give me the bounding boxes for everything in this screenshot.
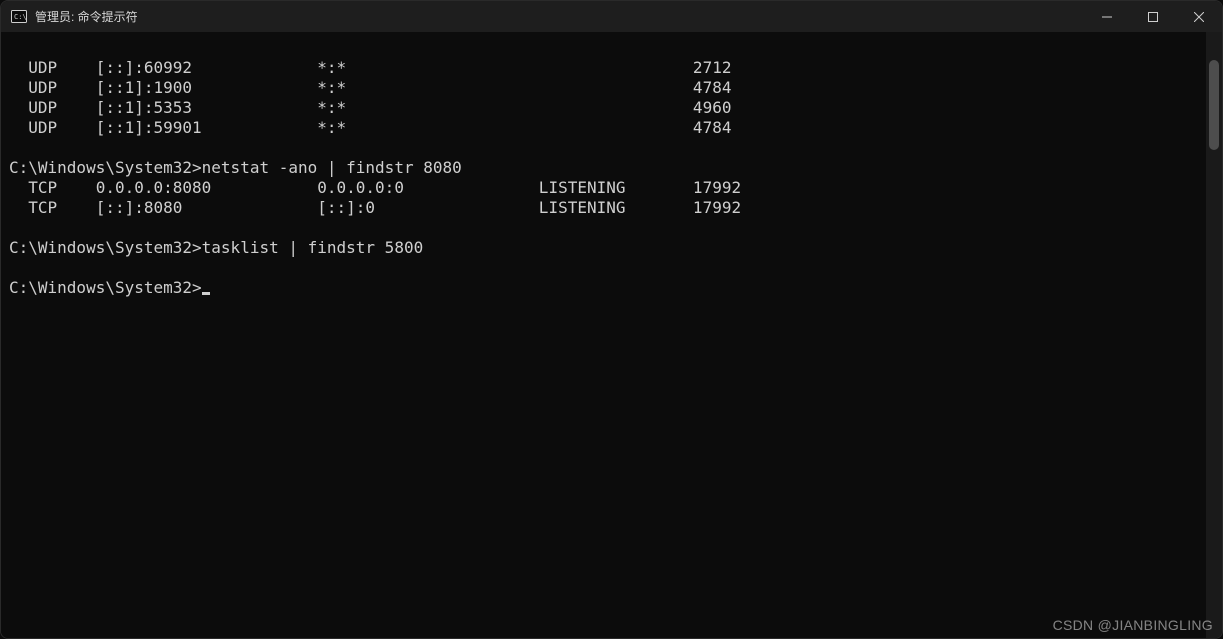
- command-line: C:\Windows\System32>netstat -ano | finds…: [9, 158, 462, 177]
- close-button[interactable]: [1176, 1, 1222, 32]
- output-line: UDP [::]:60992 *:* 2712: [9, 58, 731, 77]
- command-line: C:\Windows\System32>tasklist | findstr 5…: [9, 238, 423, 257]
- cmd-window: C:\ 管理员: 命令提示符 UDP [::]:60992 *:*: [0, 0, 1223, 639]
- title-bar[interactable]: C:\ 管理员: 命令提示符: [1, 1, 1222, 32]
- window-title: 管理员: 命令提示符: [35, 8, 138, 25]
- minimize-icon: [1102, 12, 1112, 22]
- minimize-button[interactable]: [1084, 1, 1130, 32]
- watermark-text: CSDN @JIANBINGLING: [1053, 617, 1213, 633]
- scrollbar-thumb[interactable]: [1209, 60, 1219, 150]
- output-line: TCP [::]:8080 [::]:0 LISTENING 17992: [9, 198, 741, 217]
- prompt-line: C:\Windows\System32>: [9, 278, 210, 297]
- cmd-icon: C:\: [11, 9, 27, 25]
- output-line: TCP 0.0.0.0:8080 0.0.0.0:0 LISTENING 179…: [9, 178, 741, 197]
- client-area: UDP [::]:60992 *:* 2712 UDP [::1]:1900 *…: [1, 32, 1222, 638]
- maximize-icon: [1148, 12, 1158, 22]
- svg-text:C:\: C:\: [14, 13, 27, 21]
- terminal-output[interactable]: UDP [::]:60992 *:* 2712 UDP [::1]:1900 *…: [9, 38, 1202, 638]
- output-line: UDP [::1]:1900 *:* 4784: [9, 78, 731, 97]
- close-icon: [1194, 12, 1204, 22]
- maximize-button[interactable]: [1130, 1, 1176, 32]
- vertical-scrollbar[interactable]: [1206, 32, 1222, 638]
- output-line: UDP [::1]:5353 *:* 4960: [9, 98, 731, 117]
- cursor-icon: [202, 292, 210, 295]
- output-line: UDP [::1]:59901 *:* 4784: [9, 118, 731, 137]
- prompt-text: C:\Windows\System32>: [9, 278, 202, 297]
